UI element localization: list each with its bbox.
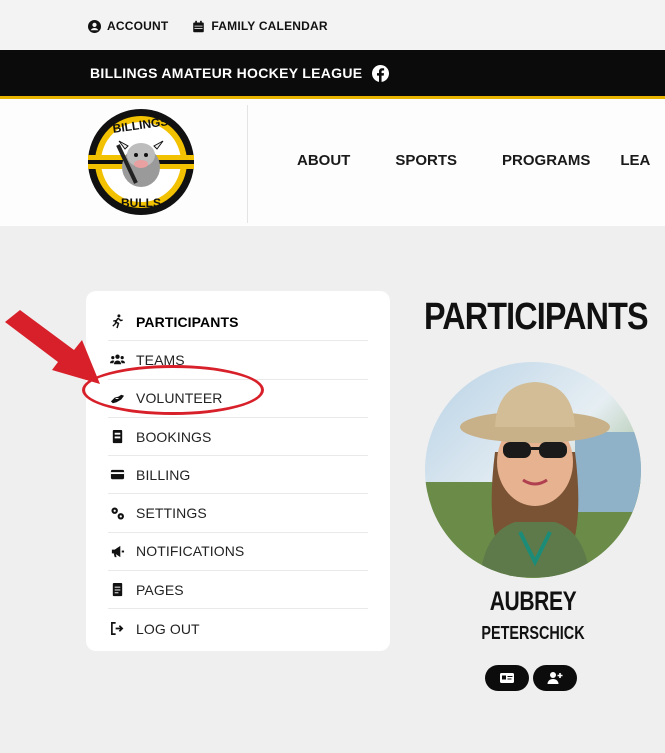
add-user-button[interactable] (533, 665, 577, 691)
header-divider (247, 105, 248, 223)
sidebar-item-label: PARTICIPANTS (136, 313, 239, 330)
users-icon (108, 351, 126, 369)
family-calendar-label: FAMILY CALENDAR (211, 19, 328, 33)
sidebar-item-notifications[interactable]: NOTIFICATIONS (108, 533, 368, 572)
sidebar-item-settings[interactable]: SETTINGS (108, 494, 368, 533)
family-calendar-link[interactable]: FAMILY CALENDAR (192, 19, 328, 33)
participant-avatar[interactable] (425, 362, 641, 578)
page-icon (108, 581, 126, 599)
user-circle-icon (88, 19, 101, 33)
sidebar-item-pages[interactable]: PAGES (108, 571, 368, 610)
sidebar-item-label: NOTIFICATIONS (136, 543, 245, 560)
account-label: ACCOUNT (107, 19, 169, 33)
sidebar-item-billing[interactable]: BILLING (108, 456, 368, 495)
nav-item-programs[interactable]: PROGRAMS (502, 152, 590, 169)
sidebar-item-label: PAGES (136, 581, 184, 598)
calendar-icon (193, 20, 205, 32)
sidebar-item-label: LOG OUT (136, 620, 200, 637)
league-bar: BILLINGS AMATEUR HOCKEY LEAGUE (0, 50, 665, 96)
id-card-icon (500, 673, 514, 683)
page-title: PARTICIPANTS (424, 296, 649, 338)
logout-icon (108, 620, 126, 638)
participant-last-name: PETERSCHICK (481, 623, 585, 643)
credit-card-icon (108, 466, 126, 484)
sidebar-item-label: BILLING (136, 466, 191, 483)
megaphone-icon (108, 542, 126, 560)
sidebar-item-label: BOOKINGS (136, 428, 212, 445)
nav-item-sports[interactable]: SPORTS (395, 152, 457, 169)
billings-bulls-logo[interactable]: BILLINGS BULLS (86, 105, 196, 219)
red-circle-annotation (82, 365, 264, 415)
nav-item-leagues[interactable]: LEA (620, 152, 650, 169)
main-nav: ABOUT SPORTS PROGRAMS LEA (297, 152, 650, 169)
sidebar-item-participants[interactable]: PARTICIPANTS (108, 303, 368, 342)
logo-graphic: BILLINGS BULLS (88, 109, 194, 215)
participant-actions (485, 665, 577, 691)
utility-bar: ACCOUNT FAMILY CALENDAR (0, 0, 665, 52)
avatar-photo (425, 362, 641, 578)
facebook-icon[interactable] (372, 64, 390, 82)
id-card-button[interactable] (485, 665, 529, 691)
user-plus-icon (547, 672, 563, 684)
site-header: BILLINGS BULLS ABOUT SPORTS PROGRAMS LEA (0, 99, 665, 226)
running-person-icon (108, 313, 126, 331)
league-name: BILLINGS AMATEUR HOCKEY LEAGUE (90, 65, 363, 81)
account-sidebar: PARTICIPANTS TEAMS VOLUNTEER BOOKINGS BI… (86, 291, 390, 651)
sidebar-item-log-out[interactable]: LOG OUT (108, 609, 368, 647)
nav-item-about[interactable]: ABOUT (297, 152, 350, 169)
sidebar-item-label: SETTINGS (136, 505, 207, 522)
sidebar-item-bookings[interactable]: BOOKINGS (108, 418, 368, 457)
booking-icon (108, 428, 126, 446)
participant-first-name: AUBREY (489, 586, 577, 616)
gears-icon (108, 504, 126, 522)
account-link[interactable]: ACCOUNT (88, 19, 168, 33)
logo-bottom-text: BULLS (121, 196, 161, 210)
